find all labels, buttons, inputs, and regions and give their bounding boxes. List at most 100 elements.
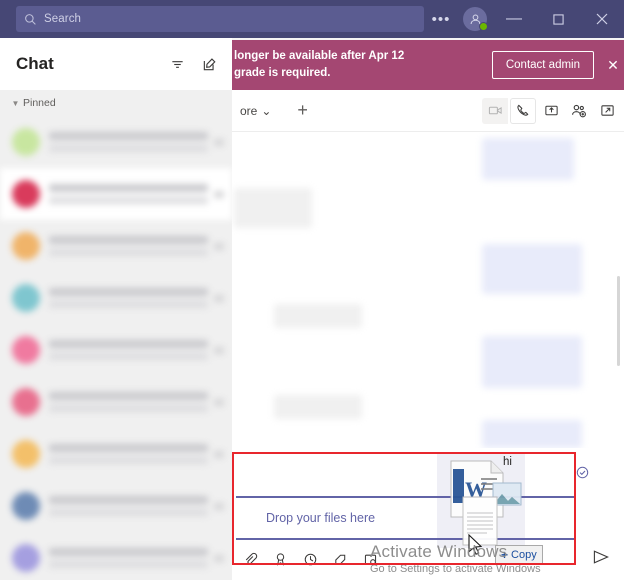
maximize-button[interactable] bbox=[536, 0, 580, 38]
chat-list-item[interactable] bbox=[0, 324, 232, 376]
call-actions bbox=[482, 97, 624, 124]
chat-item-preview bbox=[49, 457, 208, 464]
sidebar-header-actions bbox=[166, 53, 220, 75]
avatar bbox=[12, 492, 40, 520]
add-people-icon[interactable] bbox=[566, 98, 592, 124]
more-menu-button[interactable]: ••• bbox=[424, 0, 458, 38]
banner-line-1: longer be available after Apr 12 bbox=[234, 50, 405, 62]
chat-item-preview bbox=[49, 197, 208, 204]
chat-item-timestamp bbox=[214, 554, 224, 562]
close-icon bbox=[596, 13, 608, 25]
search-icon bbox=[25, 13, 36, 25]
scrollbar-thumb[interactable] bbox=[617, 276, 620, 366]
chat-item-name bbox=[49, 496, 208, 504]
banner-line-2: grade is required. bbox=[234, 67, 331, 79]
chat-list-item[interactable] bbox=[0, 272, 232, 324]
chevron-down-icon: ⌄ bbox=[261, 103, 272, 118]
chat-sidebar: Chat ▼ Pinned bbox=[0, 38, 232, 580]
send-icon[interactable] bbox=[592, 548, 610, 566]
copy-tooltip-label: Copy bbox=[511, 549, 537, 561]
chat-item-preview bbox=[49, 301, 208, 308]
avatar bbox=[12, 284, 40, 312]
sidebar-header: Chat bbox=[0, 38, 232, 90]
chat-item-timestamp bbox=[214, 502, 224, 510]
message-bubble bbox=[482, 138, 574, 180]
chat-list-item[interactable] bbox=[0, 428, 232, 480]
contact-admin-button[interactable]: Contact admin bbox=[491, 51, 594, 79]
seen-check-icon bbox=[576, 466, 589, 479]
video-call-icon[interactable] bbox=[482, 97, 508, 124]
chat-list-item[interactable] bbox=[0, 532, 232, 580]
conversation-panel: ore ⌄ + Drop your files here bbox=[232, 90, 624, 580]
avatar bbox=[12, 232, 40, 260]
chat-item-name bbox=[49, 236, 208, 244]
title-bar: Search ••• — bbox=[0, 0, 624, 38]
banner-close-icon[interactable]: ✕ bbox=[602, 57, 624, 74]
search-input[interactable]: Search bbox=[16, 6, 424, 32]
tab-bar: ore ⌄ + bbox=[232, 90, 624, 132]
chat-item-timestamp bbox=[214, 294, 224, 302]
add-tab-button[interactable]: + bbox=[297, 100, 308, 121]
more-options-icon[interactable] bbox=[362, 551, 378, 567]
chat-item-body bbox=[49, 288, 208, 308]
praise-icon[interactable] bbox=[332, 551, 348, 567]
presence-badge bbox=[479, 22, 488, 31]
message-stream[interactable] bbox=[232, 132, 624, 448]
giphy-icon[interactable] bbox=[302, 551, 318, 567]
dropzone-label: Drop your files here bbox=[266, 511, 376, 525]
chat-item-body bbox=[49, 392, 208, 412]
title-bar-actions: ••• — bbox=[424, 0, 624, 38]
tab-more-label: ore bbox=[240, 103, 258, 118]
share-screen-icon[interactable] bbox=[538, 98, 564, 124]
chat-item-timestamp bbox=[214, 450, 224, 458]
close-button[interactable] bbox=[580, 0, 624, 38]
sticker-icon[interactable] bbox=[272, 551, 288, 567]
chat-list-item[interactable] bbox=[0, 480, 232, 532]
chat-item-name bbox=[49, 392, 208, 400]
compose-area: Drop your files here bbox=[232, 448, 624, 580]
avatar bbox=[12, 388, 40, 416]
avatar bbox=[12, 440, 40, 468]
chat-item-timestamp bbox=[214, 346, 224, 354]
message-bubble bbox=[234, 188, 312, 228]
avatar bbox=[12, 544, 40, 572]
chat-item-timestamp bbox=[214, 398, 224, 406]
banner-text: longer be available after Apr 12 grade i… bbox=[234, 48, 404, 82]
message-bubble bbox=[274, 304, 362, 328]
new-chat-icon[interactable] bbox=[198, 53, 220, 75]
popout-icon[interactable] bbox=[594, 98, 620, 124]
attach-icon[interactable] bbox=[242, 551, 258, 567]
pinned-section-header[interactable]: ▼ Pinned bbox=[0, 90, 232, 116]
chat-item-body bbox=[49, 132, 208, 152]
tab-more[interactable]: ore ⌄ bbox=[234, 104, 277, 118]
pinned-label: Pinned bbox=[23, 97, 56, 109]
chat-item-name bbox=[49, 132, 208, 140]
chat-item-preview bbox=[49, 405, 208, 412]
chat-item-timestamp bbox=[214, 138, 224, 146]
scrollbar-track[interactable] bbox=[617, 136, 622, 436]
chat-item-name bbox=[49, 340, 208, 348]
chat-item-timestamp bbox=[214, 242, 224, 250]
chat-item-body bbox=[49, 340, 208, 360]
avatar bbox=[12, 336, 40, 364]
chat-list-item[interactable] bbox=[0, 376, 232, 428]
chat-list-item[interactable] bbox=[0, 116, 232, 168]
chat-list-item[interactable] bbox=[0, 168, 232, 220]
minimize-button[interactable]: — bbox=[492, 0, 536, 38]
filter-icon[interactable] bbox=[166, 53, 188, 75]
chat-list-item[interactable] bbox=[0, 220, 232, 272]
chat-item-preview bbox=[49, 353, 208, 360]
avatar[interactable] bbox=[458, 0, 492, 38]
cursor-arrow-icon bbox=[468, 533, 484, 556]
avatar bbox=[12, 128, 40, 156]
chat-item-name bbox=[49, 184, 208, 192]
copy-plus-icon: + bbox=[501, 548, 509, 562]
chat-item-body bbox=[49, 444, 208, 464]
chat-item-body bbox=[49, 236, 208, 256]
chat-item-preview bbox=[49, 509, 208, 516]
avatar bbox=[12, 180, 40, 208]
audio-call-icon[interactable] bbox=[510, 97, 536, 124]
file-dropzone[interactable]: Drop your files here bbox=[236, 496, 576, 540]
last-message-text: hi bbox=[503, 456, 512, 468]
recent-chat-list bbox=[0, 168, 232, 580]
